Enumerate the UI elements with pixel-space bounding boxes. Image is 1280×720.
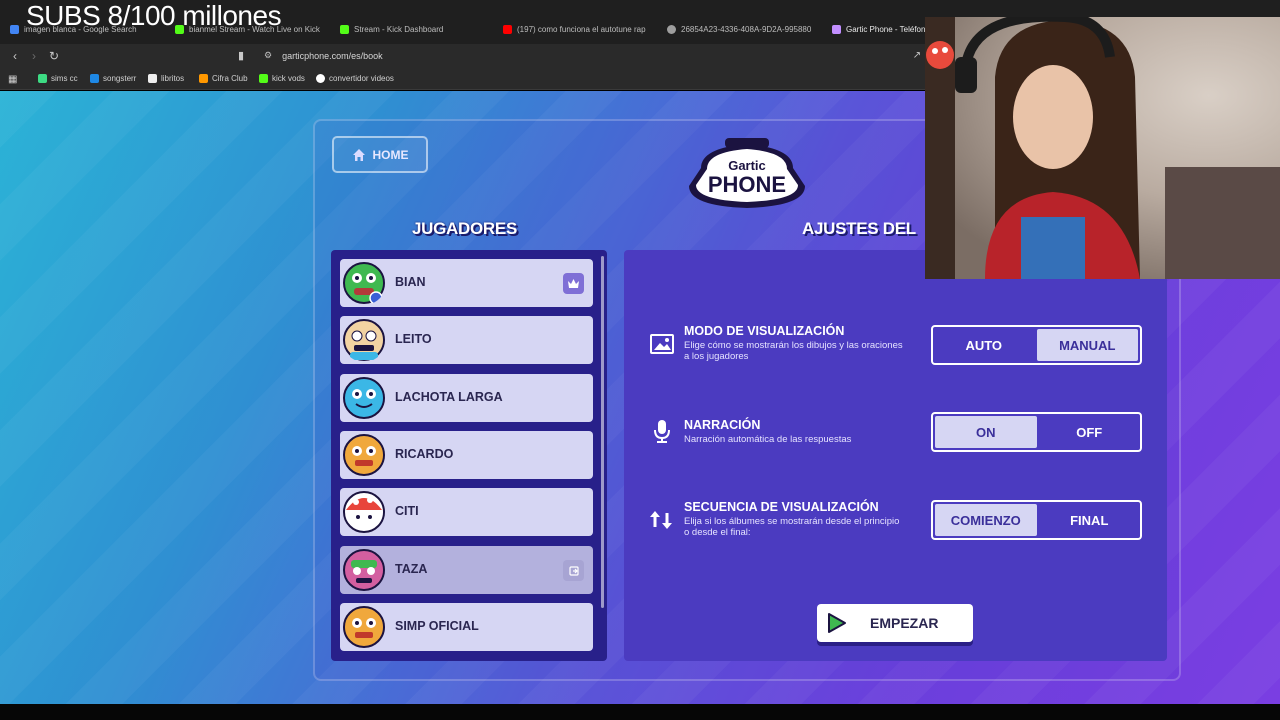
start-button[interactable]: EMPEZAR <box>817 604 973 642</box>
crown-icon <box>563 273 584 294</box>
bookmark-label: convertidor videos <box>329 74 394 83</box>
logo-bottom-text: PHONE <box>708 172 786 197</box>
settings-panel <box>624 250 1167 661</box>
bookmark-item[interactable]: songsterr <box>90 74 136 83</box>
player-row[interactable]: CITI <box>340 488 593 536</box>
player-name: TAZA <box>395 562 428 576</box>
url-text: garticphone.com/es/book <box>282 50 383 61</box>
player-row[interactable]: LEITO <box>340 316 593 364</box>
home-label: HOME <box>372 147 409 162</box>
webcam-figure <box>925 17 1280 279</box>
player-name: LACHOTA LARGA <box>395 390 503 404</box>
bookmark-label: sims cc <box>51 74 78 83</box>
sequence-title: SECUENCIA DE VISUALIZACIÓN <box>684 500 879 514</box>
player-name: SIMP OFICIAL <box>395 619 479 633</box>
home-button[interactable]: HOME <box>332 136 428 173</box>
home-icon <box>352 148 365 161</box>
player-avatar-icon <box>343 434 385 476</box>
kick-favicon-icon <box>340 24 349 34</box>
player-name: LEITO <box>395 332 432 346</box>
logo-top-text: Gartic <box>728 158 766 173</box>
reload-icon[interactable]: ↻ <box>46 48 62 64</box>
settings-title: AJUSTES DEL <box>802 219 916 238</box>
player-row[interactable]: SIMP OFICIAL <box>340 603 593 651</box>
player-row[interactable]: TAZA <box>340 546 593 594</box>
tab-label: (197) como funciona el autotune rap <box>517 24 646 34</box>
start-label: EMPEZAR <box>870 615 939 631</box>
bookmark-item[interactable]: convertidor videos <box>316 74 394 83</box>
bookmark-item[interactable]: Cifra Club <box>199 74 248 83</box>
player-row[interactable]: RICARDO <box>340 431 593 479</box>
sort-arrows-icon <box>650 511 672 529</box>
bookmark-label: Cifra Club <box>212 74 248 83</box>
narration-toggle: ON OFF <box>931 412 1142 452</box>
bookmark-label: songsterr <box>103 74 137 83</box>
view-mode-desc: Elige cómo se mostrarán los dibujos y la… <box>684 340 903 362</box>
narration-off-option[interactable]: OFF <box>1039 414 1141 450</box>
image-icon <box>650 334 674 354</box>
bottom-bar <box>0 704 1280 720</box>
player-avatar-icon <box>343 319 385 361</box>
play-icon <box>828 613 846 633</box>
players-scrollbar[interactable] <box>601 256 604 608</box>
site-settings-icon[interactable]: ⚙ <box>264 50 272 61</box>
tab-label: Stream - Kick Dashboard <box>354 24 444 34</box>
view-mode-toggle: AUTO MANUAL <box>931 325 1142 365</box>
browser-tab-active[interactable]: Gartic Phone - Teléfon <box>832 20 927 38</box>
sequence-start-option[interactable]: COMIENZO <box>935 504 1037 536</box>
player-row[interactable]: BIAN <box>340 259 593 307</box>
player-avatar-icon <box>343 491 385 533</box>
gartic-favicon-icon <box>832 24 841 34</box>
bookmark-favicon-icon <box>90 74 99 83</box>
sequence-desc: Elija si los álbumes se mostrarán desde … <box>684 516 900 538</box>
apps-grid-icon[interactable]: ▦ <box>8 74 17 85</box>
google-favicon-icon <box>10 24 19 34</box>
view-mode-title: MODO DE VISUALIZACIÓN <box>684 324 845 338</box>
browser-tab[interactable]: Stream - Kick Dashboard <box>340 20 490 38</box>
youtube-favicon-icon <box>503 24 512 34</box>
sequence-toggle: COMIENZO FINAL <box>931 500 1142 540</box>
player-avatar-icon <box>343 377 385 419</box>
bookmark-item[interactable]: kick vods <box>259 74 305 83</box>
bookmark-item[interactable]: sims cc <box>38 74 78 83</box>
bookmark-favicon-icon <box>259 74 268 83</box>
url-field[interactable]: ⚙ garticphone.com/es/book <box>264 50 383 61</box>
player-avatar-icon <box>343 262 385 305</box>
share-icon[interactable]: ↗ <box>909 48 925 64</box>
player-avatar-icon <box>343 549 385 591</box>
player-name: CITI <box>395 504 419 518</box>
kick-player-icon[interactable] <box>563 560 584 581</box>
player-avatar-icon <box>343 606 385 648</box>
players-title: JUGADORES <box>412 219 517 238</box>
narration-desc: Narración automática de las respuestas <box>684 434 852 445</box>
narration-on-option[interactable]: ON <box>935 416 1037 448</box>
back-arrow-icon[interactable]: ‹ <box>7 48 23 64</box>
bookmark-label: kick vods <box>272 74 305 83</box>
view-mode-auto-option[interactable]: AUTO <box>933 327 1035 363</box>
player-name: RICARDO <box>395 447 454 461</box>
browser-tab[interactable]: (197) como funciona el autotune rap <box>503 20 653 38</box>
player-row[interactable]: LACHOTA LARGA <box>340 374 593 422</box>
bookmark-icon[interactable]: ▮ <box>233 48 249 64</box>
bookmark-favicon-icon <box>316 74 325 83</box>
bookmark-favicon-icon <box>38 74 47 83</box>
globe-favicon-icon <box>667 24 676 34</box>
browser-tab[interactable]: 26854A23-4336-408A-9D2A-995880 <box>667 20 817 38</box>
bookmark-item[interactable]: libritos <box>148 74 184 83</box>
webcam-overlay <box>925 17 1280 279</box>
player-name: BIAN <box>395 275 426 289</box>
microphone-icon <box>654 420 670 443</box>
tab-label: 26854A23-4336-408A-9D2A-995880 <box>681 24 812 34</box>
subs-counter-overlay: SUBS 8/100 millones <box>26 0 282 31</box>
forward-arrow-icon[interactable]: › <box>26 48 42 64</box>
sequence-end-option[interactable]: FINAL <box>1039 502 1141 538</box>
bookmark-favicon-icon <box>148 74 157 83</box>
view-mode-manual-option[interactable]: MANUAL <box>1036 329 1138 361</box>
gartic-phone-logo: Gartic PHONE <box>689 138 805 208</box>
narration-title: NARRACIÓN <box>684 418 761 432</box>
bookmark-favicon-icon <box>199 74 208 83</box>
tab-label: Gartic Phone - Teléfon <box>846 24 926 34</box>
bookmark-label: libritos <box>161 74 185 83</box>
